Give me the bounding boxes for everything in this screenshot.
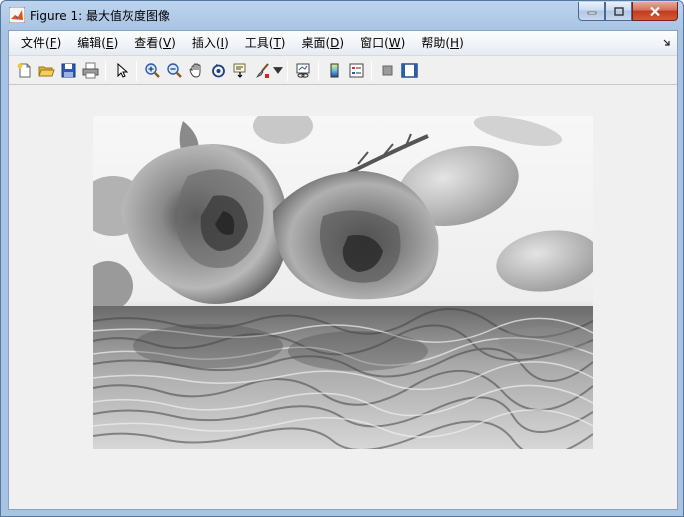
save-icon — [61, 63, 75, 78]
menu-tools[interactable]: 工具(T) — [237, 32, 294, 54]
menu-desktop[interactable]: 桌面(D) — [293, 32, 352, 54]
show-plot-tools-button[interactable] — [398, 60, 420, 82]
close-button[interactable] — [632, 2, 678, 21]
open-file-button[interactable] — [35, 60, 57, 82]
link-plot-icon — [296, 63, 309, 78]
edit-plot-arrow-icon — [117, 62, 128, 78]
menu-label-tail: ) — [171, 36, 176, 50]
brush-button[interactable] — [251, 60, 273, 82]
maximize-button[interactable] — [605, 2, 632, 21]
menu-label: 帮助( — [421, 36, 451, 50]
title-bar[interactable]: Figure 1: 最大值灰度图像 — [1, 1, 683, 29]
brush-options-dropdown[interactable] — [273, 60, 283, 82]
hide-plot-tools-button[interactable] — [376, 60, 398, 82]
toolbar-separator — [105, 60, 106, 81]
close-icon — [650, 6, 660, 16]
menu-label-tail: ) — [56, 36, 62, 50]
window-controls — [578, 2, 678, 22]
minimize-icon — [587, 11, 596, 15]
toolbar-separator — [136, 60, 137, 81]
figure-client-area: 文件(F) 编辑(E) 查看(V) 插入(I) 工具(T) 桌面(D) 窗口(W) 帮助(H) — [8, 30, 678, 510]
menu-label: 桌面( — [301, 36, 331, 50]
menu-label-tail: ) — [339, 36, 345, 50]
rotate-3d-button[interactable] — [207, 60, 229, 82]
maximize-icon — [613, 6, 624, 16]
menu-label: 插入( — [191, 36, 221, 50]
menu-label-tail: ) — [400, 36, 406, 50]
grayscale-rose-image[interactable] — [93, 116, 593, 449]
menu-accelerator: E — [105, 36, 114, 50]
rotate-3d-icon — [211, 64, 225, 78]
menu-label-tail: ) — [224, 36, 229, 50]
print-icon — [82, 62, 98, 79]
menu-accelerator: T — [273, 36, 281, 50]
hide-plot-tools-icon — [382, 65, 392, 76]
toolbar-separator — [318, 60, 319, 81]
window-title: Figure 1: 最大值灰度图像 — [30, 9, 170, 23]
menu-label-tail: ) — [280, 36, 286, 50]
figure-toolbar — [9, 57, 677, 85]
menu-accelerator: H — [450, 36, 460, 50]
zoom-in-button[interactable] — [141, 60, 163, 82]
menu-label: 文件( — [21, 36, 50, 50]
menu-label: 工具( — [244, 36, 274, 50]
figure-window: Figure 1: 最大值灰度图像 文件(F) 编辑(E) 查看(V) 插入(I) 工具… — [0, 0, 684, 517]
menu-label: 窗口( — [360, 36, 389, 50]
rose-image-graphic — [93, 116, 593, 449]
pan-hand-icon — [189, 63, 200, 78]
insert-legend-icon — [349, 63, 363, 78]
edit-plot-button[interactable] — [110, 60, 132, 82]
open-file-icon — [37, 66, 55, 77]
minimize-button[interactable] — [578, 2, 605, 21]
menu-bar: 文件(F) 编辑(E) 查看(V) 插入(I) 工具(T) 桌面(D) 窗口(W) 帮助(H) — [9, 31, 677, 56]
zoom-out-button[interactable] — [163, 60, 185, 82]
data-cursor-button[interactable] — [229, 60, 251, 82]
menu-insert[interactable]: 插入(I) — [184, 32, 237, 54]
menu-edit[interactable]: 编辑(E) — [69, 32, 126, 54]
brush-icon — [255, 63, 269, 78]
menu-label: 编辑( — [77, 36, 106, 50]
menu-label-tail: ) — [113, 36, 119, 50]
menu-accelerator: W — [388, 36, 401, 50]
figure-canvas[interactable] — [9, 86, 677, 509]
pan-button[interactable] — [185, 60, 207, 82]
dock-figure-icon[interactable] — [663, 39, 671, 47]
menu-label-tail: ) — [459, 36, 464, 50]
menu-window[interactable]: 窗口(W) — [352, 32, 413, 54]
insert-legend-button[interactable] — [345, 60, 367, 82]
menu-view[interactable]: 查看(V) — [126, 32, 184, 54]
menu-accelerator: F — [49, 36, 57, 50]
menu-help[interactable]: 帮助(H) — [413, 32, 471, 54]
show-plot-tools-icon — [400, 63, 418, 78]
toolbar-separator — [371, 60, 372, 81]
toolbar-separator — [287, 60, 288, 81]
data-cursor-icon — [233, 63, 245, 78]
zoom-out-icon — [166, 63, 182, 78]
menu-accelerator: V — [162, 36, 172, 50]
menu-file[interactable]: 文件(F) — [13, 32, 69, 54]
new-figure-button[interactable] — [13, 60, 35, 82]
menu-label: 查看( — [134, 36, 163, 50]
insert-colorbar-button[interactable] — [323, 60, 345, 82]
link-plot-button[interactable] — [292, 60, 314, 82]
new-figure-icon — [17, 63, 30, 78]
insert-colorbar-icon — [330, 63, 338, 78]
print-button[interactable] — [79, 60, 101, 82]
matlab-logo-icon — [9, 7, 25, 23]
zoom-in-icon — [144, 63, 160, 78]
save-button[interactable] — [57, 60, 79, 82]
chevron-down-icon — [273, 67, 283, 74]
